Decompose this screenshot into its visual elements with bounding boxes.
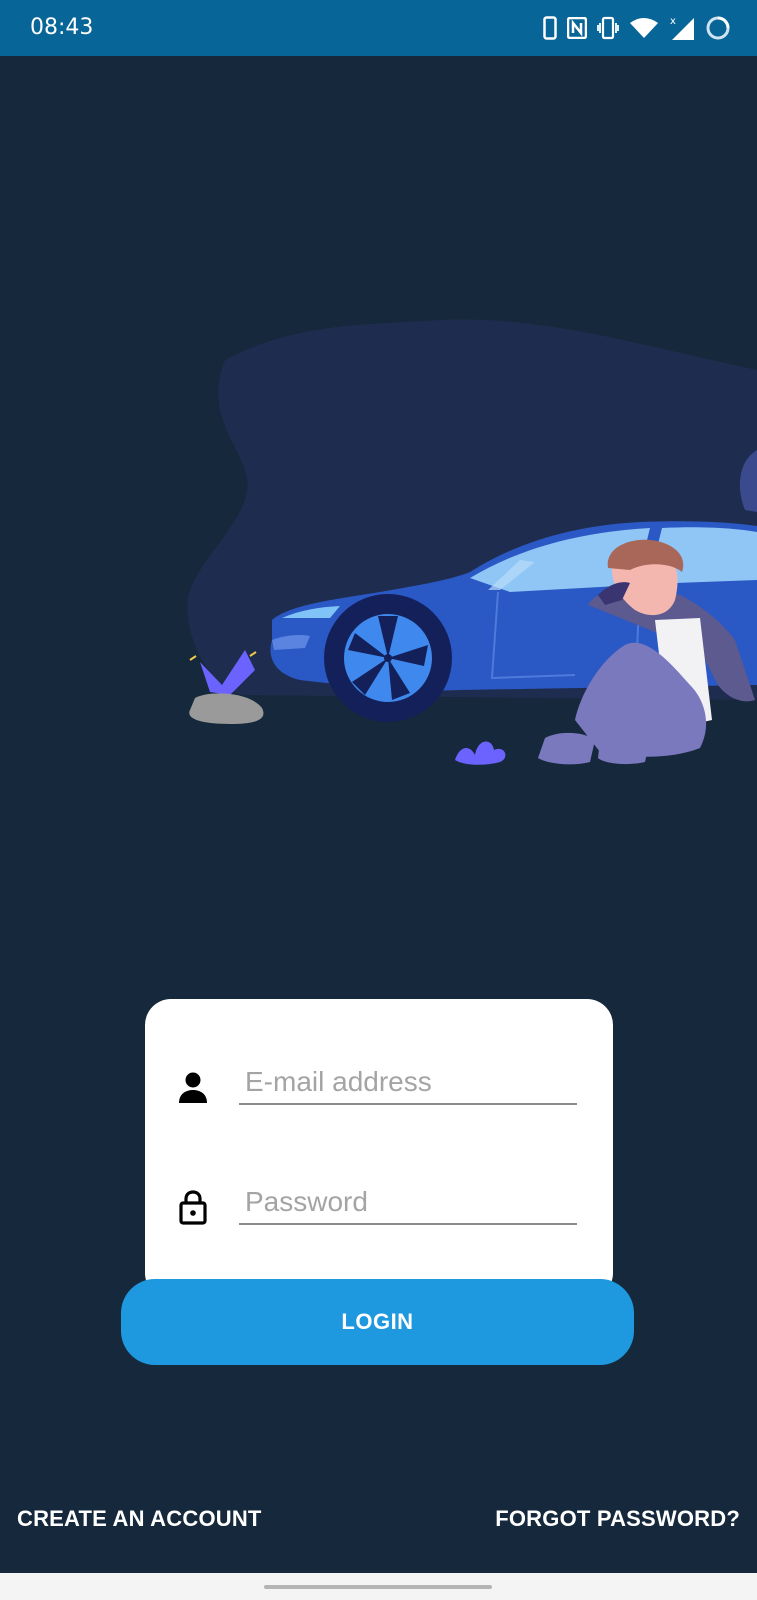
navigation-bar: [0, 1573, 757, 1600]
status-bar: 08:43 x: [0, 0, 757, 56]
forgot-password-link[interactable]: FORGOT PASSWORD?: [495, 1506, 740, 1532]
status-icons: x: [543, 14, 731, 42]
vibrate-icon: [597, 16, 619, 40]
status-time: 08:43: [30, 15, 94, 40]
email-row: [145, 1051, 613, 1111]
wifi-icon: [629, 17, 659, 39]
person-icon: [177, 1069, 209, 1105]
nfc-icon: [567, 17, 587, 39]
login-card: [145, 999, 613, 1299]
create-account-link[interactable]: CREATE AN ACCOUNT: [17, 1506, 262, 1532]
svg-text:x: x: [670, 16, 676, 27]
password-field[interactable]: [239, 1181, 577, 1225]
email-field[interactable]: [239, 1061, 577, 1105]
lock-icon: [177, 1189, 209, 1225]
phone-icon: [543, 16, 557, 40]
password-row: [145, 1171, 613, 1231]
login-button[interactable]: LOGIN: [121, 1279, 634, 1365]
signal-icon: x: [669, 15, 695, 41]
car-with-person-illustration: [0, 300, 757, 800]
small-bush: [455, 741, 506, 765]
battery-icon: [705, 15, 731, 41]
home-gesture-handle[interactable]: [264, 1585, 492, 1589]
